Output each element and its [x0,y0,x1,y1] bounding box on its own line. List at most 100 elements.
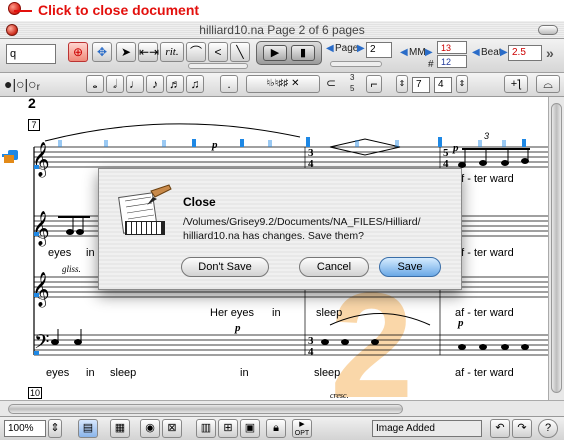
page-view-icon: ▤ [82,422,94,434]
page-slider[interactable] [330,61,382,67]
tuplet-number: 3 [484,131,490,141]
lyric-word: in [272,307,281,319]
stepper-icon: ⇕ [458,79,466,88]
stepper-icon: ⇕ [398,79,406,88]
accidentals-group[interactable]: ♮♭♮♯♯ ✕ [246,75,320,93]
close-window-button-highlight [8,2,21,15]
tool-slider[interactable] [188,63,248,69]
annotation-bar: Click to close document [0,0,564,21]
voice-selector-icon[interactable]: ●|○|○ᵣ [4,76,40,92]
svg-text:𝄞: 𝄞 [32,142,50,178]
zoom-input[interactable]: 100% [4,420,46,437]
dont-save-button[interactable]: Don't Save [181,257,269,277]
accidentals-icon: ♮♭♮♯♯ ✕ [266,78,300,89]
panel-icon: ▥ [200,422,212,434]
crosshair-tool-button[interactable]: ⊕ [68,42,88,62]
panel-button[interactable]: ▥ [196,419,216,438]
mm-next-icon[interactable]: ▶ [425,47,433,58]
mm-value-bottom[interactable]: 12 [437,55,467,68]
sixteenth-note-button[interactable]: ♬ [166,75,184,93]
beat-next-icon[interactable]: ▶ [500,47,508,58]
tuplet-top: 3 [350,73,355,82]
spacing-tool-button[interactable]: ⇤⇥ [138,42,159,62]
dialog-message: /Volumes/Grisey9.2/Documents/NA_FILES/Hi… [183,216,421,242]
playback-icon: ◉ [145,422,155,434]
undo-button[interactable]: ↶ [490,419,510,438]
vertical-scrollbar[interactable] [548,97,564,400]
dot-button[interactable]: . [220,75,238,93]
system-number: 2 [28,97,36,111]
meter-stepper[interactable]: ⇕ [396,75,408,93]
split-button[interactable]: ⊞ [218,419,238,438]
midi-icon: ⊠ [167,422,177,434]
lyric-word: in [86,367,95,379]
redo-button[interactable]: ↷ [512,419,532,438]
page-label: Page [335,43,359,54]
layout-icon: ▦ [114,422,126,434]
eighth-note-icon: ♪ [152,77,158,91]
meter-den-stepper[interactable]: ⇕ [456,75,468,93]
tuplet-button[interactable]: ⌐ [366,75,382,93]
cresc-label: cresc. [330,391,349,400]
beat-prev-icon[interactable]: ◀ [472,47,480,58]
lyric-word: eyes [48,247,72,259]
lock-button[interactable]: 🔒︎ [266,419,286,438]
zoom-stepper[interactable]: ⇕ [48,419,62,438]
quarter-note-button[interactable]: ♩ [126,75,144,93]
playback-button[interactable]: ◉ [140,419,160,438]
crosshair-icon: ⊕ [72,45,84,59]
app-icon [118,184,172,235]
opt-button[interactable]: ▶ OPT [292,419,312,438]
mm-value-top[interactable]: 13 [437,41,467,54]
meter-den-input[interactable]: 4 [434,77,452,93]
play-button[interactable]: ▶ [263,45,287,61]
tuplet-icon: ⌐ [370,77,378,91]
beat-label: Beat [481,47,502,58]
plus-tie-button[interactable]: +ƪ [504,75,528,93]
move-tool-button[interactable]: ✥ [92,42,112,62]
hairpin-icon: < [214,45,222,59]
split-icon: ⊞ [223,422,233,434]
slur-arc-button[interactable]: ⌓ [536,75,560,93]
tie-icon[interactable]: ⊂ [326,76,336,90]
annotation-text: Click to close document [38,2,200,18]
dynamic-mark: p [235,322,241,334]
page-input[interactable]: 2 [366,42,392,58]
page-next-icon[interactable]: ▶ [357,43,365,54]
lyric-word: af - ter ward [455,367,514,379]
transport-controls: ▶ ▮ [256,41,322,65]
page-prev-icon[interactable]: ◀ [326,43,334,54]
thirtysecond-note-button[interactable]: ♫ [186,75,204,93]
slur-tool-button[interactable]: ⌒ [186,42,206,62]
search-input[interactable]: q [6,44,56,64]
cancel-button[interactable]: Cancel [299,257,369,277]
horizontal-scrollbar[interactable] [0,400,564,416]
main-toolbar: q ⊕ ✥ ➤ ⇤⇥ rit. ⌒ < ╲ ▶ ▮ ◀ Page ▶ 2 ◀ M… [0,39,564,73]
half-note-button[interactable]: 𝅗𝅥 [106,75,124,93]
stop-button[interactable]: ▮ [291,45,315,61]
mm-label: MM [409,47,426,58]
beat-input[interactable]: 2.5 [508,45,542,61]
tab-button[interactable]: ▣ [240,419,260,438]
layout-button[interactable]: ▦ [110,419,130,438]
hairpin-tool-button[interactable]: < [208,42,228,62]
lyric-word: af - ter ward [455,307,514,319]
whole-note-button[interactable]: 𝅝 [86,75,104,93]
meter-num-input[interactable]: 7 [412,77,430,93]
eighth-note-button[interactable]: ♪ [146,75,164,93]
vertical-scroll-thumb[interactable] [551,103,562,393]
rit-button[interactable]: rit. [160,42,184,62]
save-button[interactable]: Save [379,257,441,277]
toolbar-toggle-button[interactable] [538,25,558,35]
midi-button[interactable]: ⊠ [162,419,182,438]
toolbar-overflow-button[interactable]: » [546,45,554,61]
line-tool-button[interactable]: ╲ [230,42,250,62]
mm-prev-icon[interactable]: ◀ [400,47,408,58]
help-button[interactable]: ? [538,419,558,438]
page-view-button[interactable]: ▤ [78,419,98,438]
arrow-tool-button[interactable]: ➤ [116,42,136,62]
svg-text:𝄞: 𝄞 [32,211,50,247]
horizontal-scroll-thumb[interactable] [8,404,403,414]
move-icon: ✥ [96,45,108,59]
lyric-word: sleep [314,367,341,379]
